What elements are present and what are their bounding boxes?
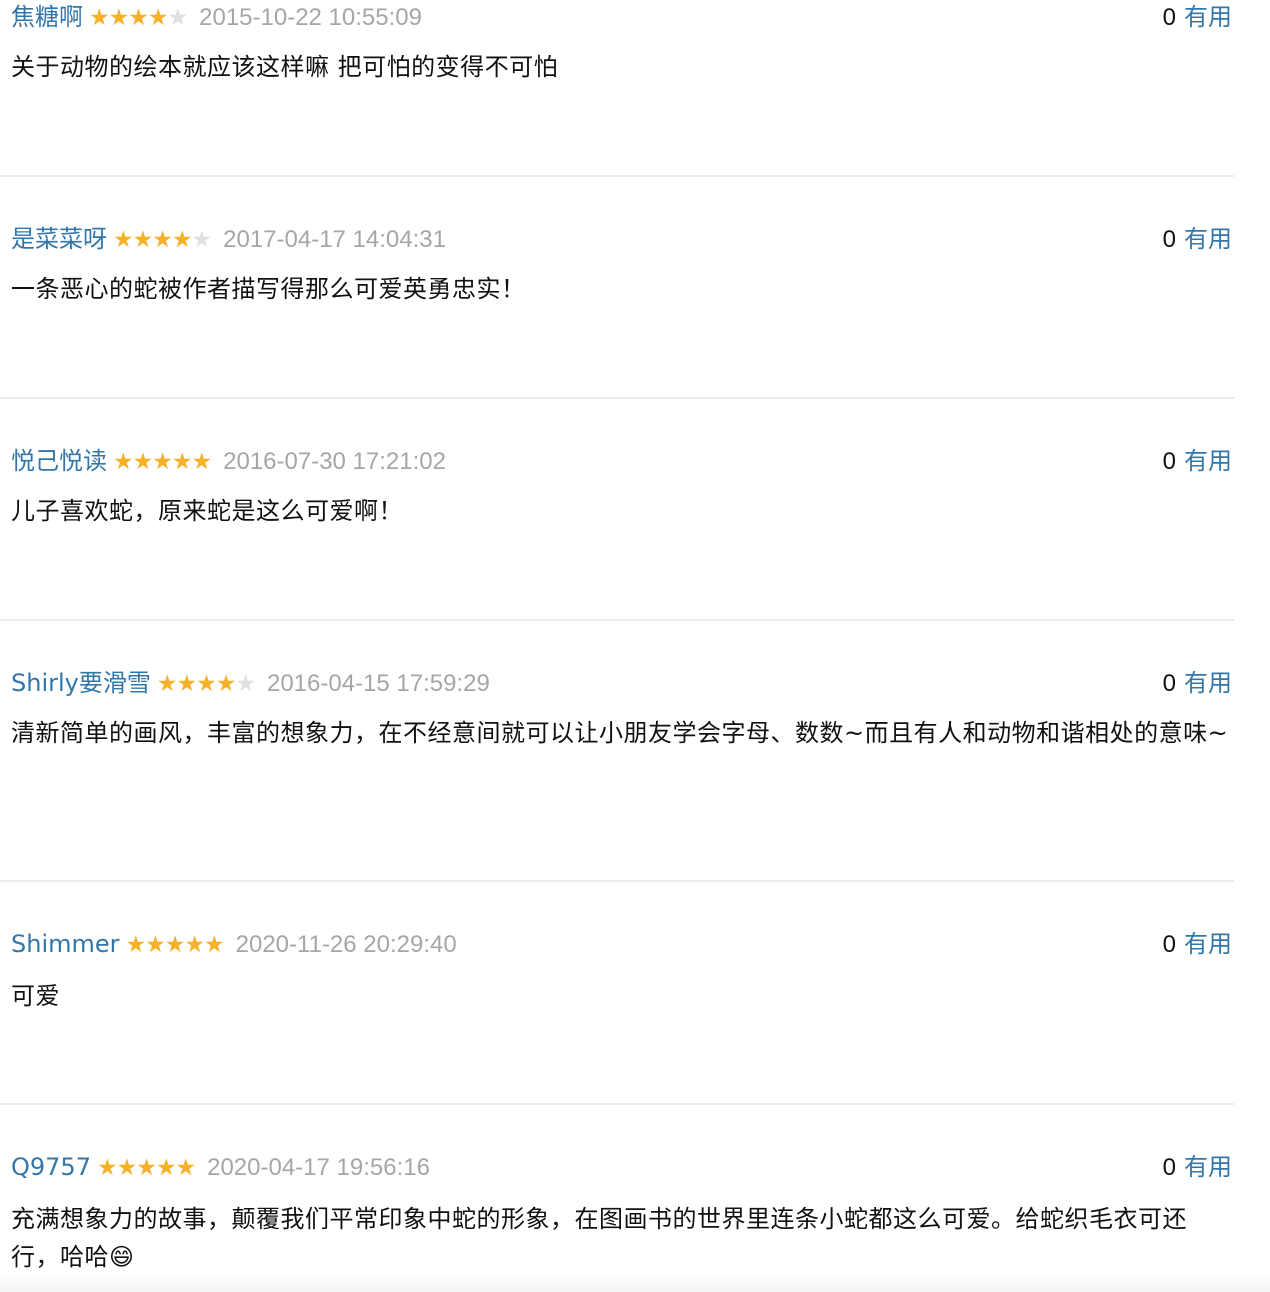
vote-count: 0 xyxy=(1162,931,1176,958)
rating-stars: ★★★★★ xyxy=(125,928,225,962)
star-filled-icon: ★ xyxy=(108,5,130,31)
comment-meta: Shimmer ★★★★★ 2020-11-26 20:29:40 xyxy=(11,927,457,961)
star-filled-icon: ★ xyxy=(204,932,225,958)
star-filled-icon: ★ xyxy=(128,5,149,31)
star-filled-icon: ★ xyxy=(136,1155,157,1181)
comment-time: 2017-04-17 14:04:31 xyxy=(223,226,446,253)
vote-count: 0 xyxy=(1162,4,1176,31)
star-empty-icon: ★ xyxy=(167,5,189,31)
star-filled-icon: ★ xyxy=(184,932,205,958)
star-filled-icon: ★ xyxy=(155,1155,177,1181)
vote-area: 0 有用 xyxy=(1163,0,1232,34)
comment-time: 2020-04-17 19:56:16 xyxy=(207,1154,430,1181)
comment-time: 2020-11-26 20:29:40 xyxy=(235,931,457,958)
useful-button[interactable]: 有用 xyxy=(1184,1153,1232,1181)
star-filled-icon: ★ xyxy=(175,1155,196,1181)
comment-meta: 是菜菜呀 ★★★★★ 2017-04-17 14:04:31 xyxy=(11,222,446,256)
useful-button[interactable]: 有用 xyxy=(1184,669,1232,697)
comment-meta: 悦己悦读 ★★★★★ 2016-07-30 17:21:02 xyxy=(11,444,446,478)
comment-item: Q9757 ★★★★★ 2020-04-17 19:56:16 0 有用 充满想象力的… xyxy=(0,1150,1234,1292)
comment-item: Shirly要滑雪 ★★★★★ 2016-04-15 17:59:29 0 有用 清新… xyxy=(0,666,1234,882)
vote-area: 0 有用 xyxy=(1163,927,1232,961)
vote-area: 0 有用 xyxy=(1163,222,1232,256)
star-filled-icon: ★ xyxy=(125,932,147,958)
star-filled-icon: ★ xyxy=(171,449,193,475)
comment-author-link[interactable]: 焦糖啊 xyxy=(11,3,83,31)
comment-item: 悦己悦读 ★★★★★ 2016-07-30 17:21:02 0 有用 儿子喜欢蛇，原… xyxy=(0,444,1234,621)
star-filled-icon: ★ xyxy=(156,671,178,697)
rating-stars: ★★★★★ xyxy=(89,1,189,35)
comment-content: 儿子喜欢蛇，原来蛇是这么可爱啊！ xyxy=(11,497,403,525)
bottom-fade-shadow xyxy=(0,1272,1270,1292)
comment-author-link[interactable]: 悦己悦读 xyxy=(11,447,107,475)
star-filled-icon: ★ xyxy=(89,5,110,31)
comment-content: 可爱 xyxy=(11,982,60,1010)
vote-count: 0 xyxy=(1162,226,1176,253)
star-filled-icon: ★ xyxy=(96,1155,118,1181)
comment-content: 一条恶心的蛇被作者描写得那么可爱英勇忠实！ xyxy=(11,275,526,303)
comment-author-link[interactable]: Shirly要滑雪 xyxy=(11,669,151,697)
vote-area: 0 有用 xyxy=(1163,666,1232,700)
vote-count: 0 xyxy=(1162,670,1176,697)
star-filled-icon: ★ xyxy=(132,449,154,475)
star-filled-icon: ★ xyxy=(147,5,169,31)
comment-meta: Q9757 ★★★★★ 2020-04-17 19:56:16 xyxy=(11,1150,430,1184)
comment-time: 2016-07-30 17:21:02 xyxy=(223,448,446,475)
comment-author-link[interactable]: 是菜菜呀 xyxy=(11,225,107,253)
rating-stars: ★★★★★ xyxy=(156,667,256,701)
vote-count: 0 xyxy=(1162,448,1176,475)
useful-button[interactable]: 有用 xyxy=(1184,447,1232,475)
comment-author-link[interactable]: Q9757 xyxy=(11,1153,91,1181)
comment-meta: 焦糖啊 ★★★★★ 2015-10-22 10:55:09 xyxy=(11,0,422,34)
comment-content: 充满想象力的故事，颠覆我们平常印象中蛇的形象，在图画书的世界里连条小蛇都这么可爱… xyxy=(11,1205,1187,1271)
comment-author-link[interactable]: Shimmer xyxy=(11,930,120,958)
vote-count: 0 xyxy=(1162,1154,1176,1181)
rating-stars: ★★★★★ xyxy=(113,223,213,257)
star-filled-icon: ★ xyxy=(116,1155,138,1181)
vote-area: 0 有用 xyxy=(1163,1150,1232,1184)
vote-area: 0 有用 xyxy=(1163,444,1232,478)
rating-stars: ★★★★★ xyxy=(113,445,213,479)
comment-time: 2016-04-15 17:59:29 xyxy=(266,670,490,697)
useful-button[interactable]: 有用 xyxy=(1184,930,1232,958)
star-filled-icon: ★ xyxy=(152,449,173,475)
rating-stars: ★★★★★ xyxy=(96,1151,196,1185)
star-filled-icon: ★ xyxy=(113,227,134,253)
star-filled-icon: ★ xyxy=(176,671,197,697)
comment-item: 是菜菜呀 ★★★★★ 2017-04-17 14:04:31 0 有用 一条恶心的蛇被… xyxy=(0,222,1234,399)
star-filled-icon: ★ xyxy=(132,227,154,253)
star-filled-icon: ★ xyxy=(196,671,217,697)
star-filled-icon: ★ xyxy=(215,671,237,697)
star-filled-icon: ★ xyxy=(152,227,173,253)
comment-item: 焦糖啊 ★★★★★ 2015-10-22 10:55:09 0 有用 关于动物的绘本就… xyxy=(0,0,1234,177)
comment-content: 关于动物的绘本就应该这样嘛 把可怕的变得不可怕 xyxy=(11,53,559,81)
star-filled-icon: ★ xyxy=(113,449,134,475)
star-empty-icon: ★ xyxy=(235,671,256,697)
comment-content: 清新简单的画风，丰富的想象力，在不经意间就可以让小朋友学会字母、数数~而且有人和… xyxy=(11,719,1229,747)
comment-meta: Shirly要滑雪 ★★★★★ 2016-04-15 17:59:29 xyxy=(11,666,490,700)
star-filled-icon: ★ xyxy=(164,932,186,958)
star-filled-icon: ★ xyxy=(191,449,213,475)
useful-button[interactable]: 有用 xyxy=(1184,225,1232,253)
star-filled-icon: ★ xyxy=(171,227,193,253)
star-filled-icon: ★ xyxy=(145,932,166,958)
comment-time: 2015-10-22 10:55:09 xyxy=(199,4,422,31)
comment-item: Shimmer ★★★★★ 2020-11-26 20:29:40 0 有用 可爱 xyxy=(0,927,1234,1105)
star-empty-icon: ★ xyxy=(191,227,213,253)
useful-button[interactable]: 有用 xyxy=(1184,3,1232,31)
